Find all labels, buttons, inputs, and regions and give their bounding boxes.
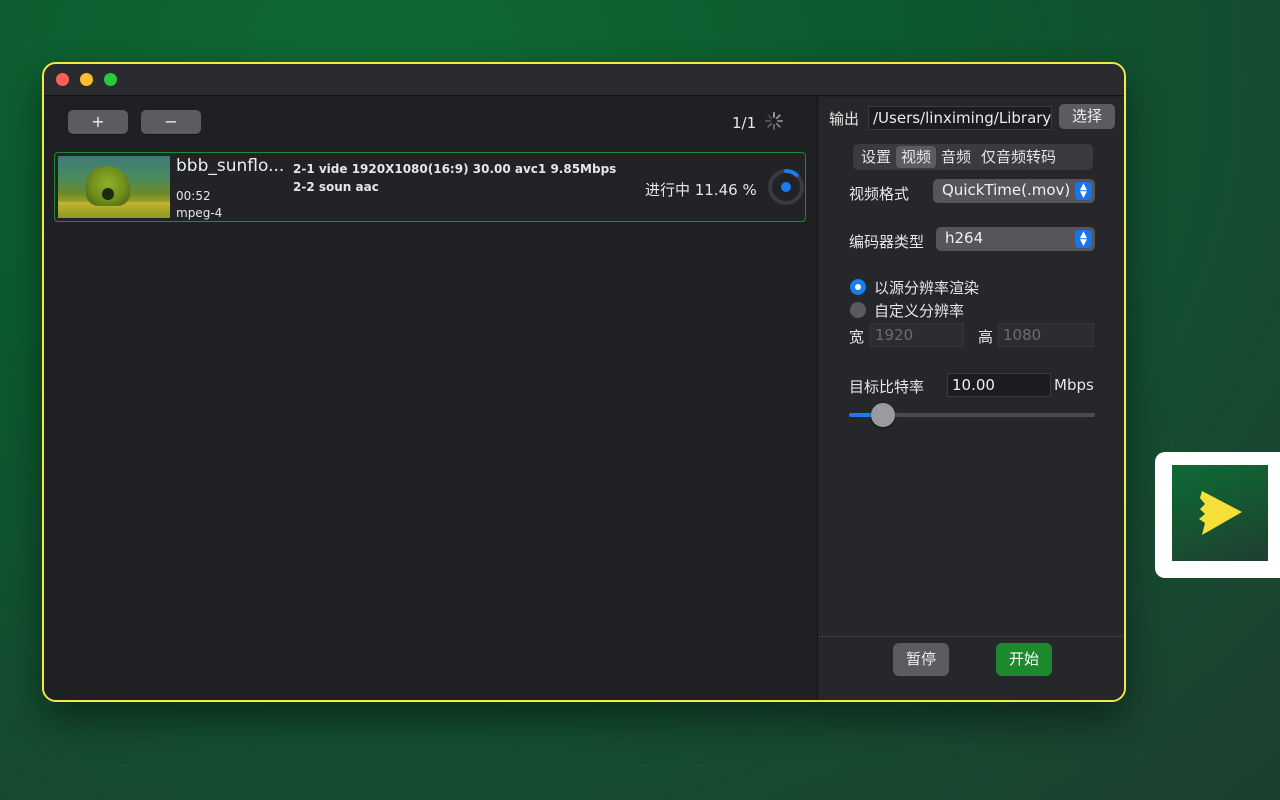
tab-audio-only[interactable]: 仅音频转码 xyxy=(976,146,1061,168)
output-label: 输出 xyxy=(829,110,860,128)
file-container: mpeg-4 xyxy=(176,206,223,220)
encoder-type-label: 编码器类型 xyxy=(849,233,925,251)
audio-stream-info: 2-2 soun aac xyxy=(293,180,379,194)
title-bar xyxy=(44,64,1124,96)
video-format-label: 视频格式 xyxy=(849,185,910,203)
conversion-status: 进行中 11.46 % xyxy=(645,181,757,199)
tab-video[interactable]: 视频 xyxy=(896,146,937,168)
activity-spinner-icon xyxy=(765,112,783,130)
file-duration: 00:52 xyxy=(176,189,211,203)
video-stream-info: 2-1 vide 1920X1080(16:9) 30.00 avc1 9.85… xyxy=(293,162,617,176)
video-format-select[interactable]: QuickTime(.mov) ▲ ▼ xyxy=(933,179,1095,203)
custom-resolution-radio[interactable] xyxy=(850,302,866,318)
height-input[interactable]: 1080 xyxy=(998,323,1094,347)
custom-resolution-label: 自定义分辨率 xyxy=(874,302,965,320)
action-bar: 暂停 开始 xyxy=(818,636,1124,700)
remove-file-button[interactable]: − xyxy=(141,110,201,134)
encoder-type-value: h264 xyxy=(945,229,984,247)
start-button[interactable]: 开始 xyxy=(996,643,1052,676)
app-icon-card xyxy=(1155,452,1280,578)
tab-audio[interactable]: 音频 xyxy=(936,146,976,168)
app-logo-icon xyxy=(1172,465,1268,561)
video-thumbnail xyxy=(58,156,170,218)
file-list-panel: + − 1/1 bbb_sunflo... 00:52 mpeg-4 2-1 v… xyxy=(44,97,816,700)
zoom-window-button[interactable] xyxy=(104,73,117,86)
pause-button[interactable]: 暂停 xyxy=(893,643,949,676)
chevron-updown-icon: ▲ ▼ xyxy=(1075,230,1092,248)
choose-output-button[interactable]: 选择 xyxy=(1059,104,1115,129)
close-window-button[interactable] xyxy=(56,73,69,86)
output-path-field[interactable]: /Users/linximing/Library/Containers xyxy=(868,106,1052,130)
source-resolution-radio[interactable] xyxy=(850,279,866,295)
tab-settings[interactable]: 设置 xyxy=(856,146,896,168)
bitrate-label: 目标比特率 xyxy=(849,378,925,396)
file-list-item[interactable]: bbb_sunflo... 00:52 mpeg-4 2-1 vide 1920… xyxy=(54,152,806,222)
file-name: bbb_sunflo... xyxy=(176,156,285,176)
bitrate-slider-knob[interactable] xyxy=(871,403,896,427)
settings-panel: 输出 /Users/linximing/Library/Containers 选… xyxy=(817,97,1124,700)
width-label: 宽 xyxy=(849,328,865,346)
bitrate-unit: Mbps xyxy=(1054,376,1094,394)
file-counter: 1/1 xyxy=(732,114,757,132)
minimize-window-button[interactable] xyxy=(80,73,93,86)
source-resolution-label: 以源分辨率渲染 xyxy=(874,279,980,297)
app-window: + − 1/1 bbb_sunflo... 00:52 mpeg-4 2-1 v… xyxy=(42,62,1126,702)
height-label: 高 xyxy=(978,328,994,346)
chevron-updown-icon: ▲ ▼ xyxy=(1075,182,1092,200)
settings-tabs: 设置 视频 音频 仅音频转码 xyxy=(853,144,1093,170)
video-format-value: QuickTime(.mov) xyxy=(942,181,1071,199)
width-input[interactable]: 1920 xyxy=(870,323,964,347)
bitrate-input[interactable]: 10.00 xyxy=(947,373,1051,397)
encoder-type-select[interactable]: h264 ▲ ▼ xyxy=(936,227,1095,251)
add-file-button[interactable]: + xyxy=(68,110,128,134)
progress-ring-icon xyxy=(768,169,804,205)
